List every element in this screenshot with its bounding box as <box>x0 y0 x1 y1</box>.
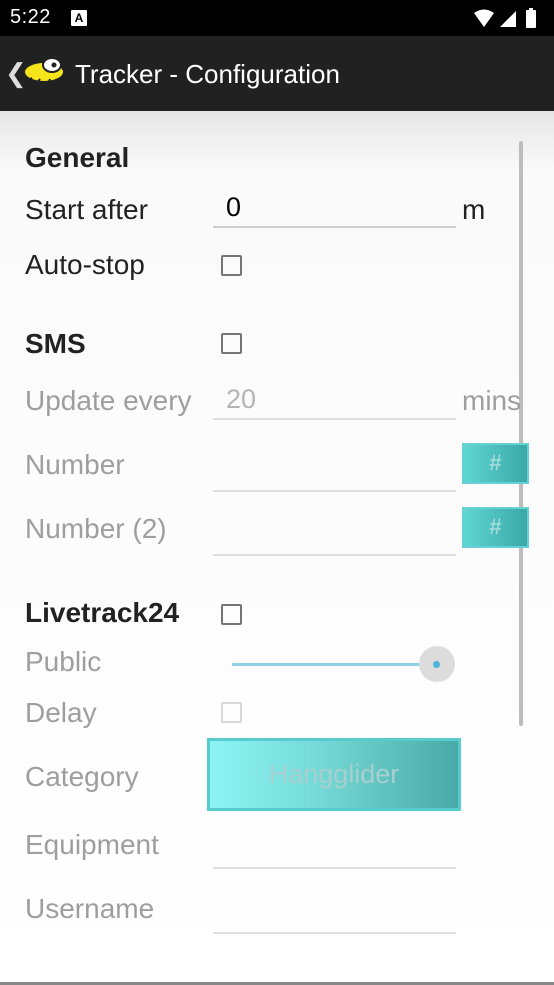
category-label: Category <box>25 761 139 792</box>
wifi-icon <box>474 9 494 27</box>
update-every-label: Update every <box>25 385 192 416</box>
equipment-label: Equipment <box>25 829 159 860</box>
status-icons <box>474 8 536 28</box>
number2-contact-button[interactable]: # <box>462 507 529 548</box>
category-select[interactable]: Hangglider <box>207 738 461 811</box>
signal-icon <box>500 11 516 27</box>
start-after-input[interactable]: 0 <box>213 192 456 228</box>
start-after-label: Start after <box>25 194 148 225</box>
username-input[interactable] <box>213 898 456 934</box>
auto-stop-label: Auto-stop <box>25 249 145 280</box>
username-label: Username <box>25 893 155 924</box>
notification-badge-icon: A <box>71 10 87 26</box>
general-heading: General <box>25 142 130 173</box>
update-every-unit: mins <box>462 385 522 416</box>
app-logo-icon <box>23 57 65 85</box>
delay-label: Delay <box>25 697 97 728</box>
page-title: Tracker - Configuration <box>75 59 340 89</box>
status-time: 5:22 <box>10 6 51 28</box>
status-bar: 5:22 A <box>0 0 554 36</box>
config-form: General Start after 0 m Auto-stop SMS Up… <box>0 111 554 985</box>
number-label: Number <box>25 449 125 480</box>
auto-stop-checkbox[interactable] <box>221 255 242 276</box>
equipment-input[interactable] <box>213 833 456 869</box>
livetrack24-checkbox[interactable] <box>221 604 242 625</box>
update-every-input[interactable]: 20 <box>213 384 456 420</box>
number2-input[interactable] <box>213 520 456 556</box>
public-label: Public <box>25 646 102 677</box>
number-contact-button[interactable]: # <box>462 443 529 484</box>
start-after-unit: m <box>462 194 486 225</box>
sms-heading: SMS <box>25 328 86 359</box>
number2-label: Number (2) <box>25 513 167 544</box>
public-slider-dot <box>433 661 440 668</box>
number-input[interactable] <box>213 456 456 492</box>
public-slider-track[interactable] <box>232 663 436 666</box>
sms-checkbox[interactable] <box>221 333 242 354</box>
battery-icon <box>526 10 536 28</box>
livetrack24-heading: Livetrack24 <box>25 597 180 628</box>
delay-checkbox[interactable] <box>221 702 242 723</box>
app-bar: ❮ Tracker - Configuration <box>0 36 554 111</box>
scrollbar[interactable] <box>519 141 523 726</box>
